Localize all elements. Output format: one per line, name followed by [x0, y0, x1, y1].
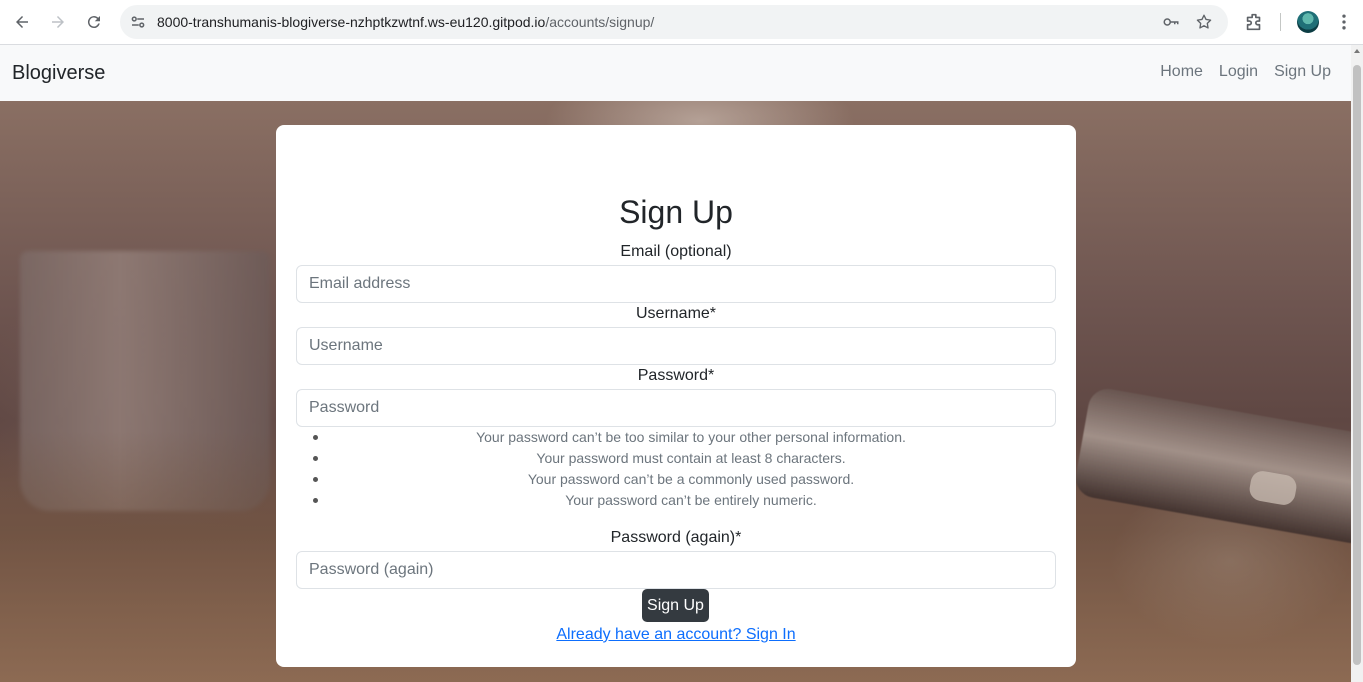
nav-links: Home Login Sign Up [1144, 63, 1331, 81]
password-help-item: Your password can’t be a commonly used p… [276, 471, 1076, 492]
signup-card: Sign Up Email (optional) Username* Passw… [276, 125, 1076, 667]
profile-avatar[interactable] [1297, 11, 1319, 33]
email-field[interactable] [296, 265, 1056, 303]
reload-button[interactable] [81, 9, 107, 35]
password-again-field[interactable] [296, 551, 1056, 589]
url-text[interactable]: 8000-transhumanis-blogiverse-nzhptkzwtnf… [157, 14, 654, 30]
signin-link-wrapper: Already have an account? Sign In [276, 626, 1076, 644]
url-host: 8000-transhumanis-blogiverse-nzhptkzwtnf… [157, 14, 546, 30]
brand-logo-link[interactable]: Blogiverse [12, 62, 105, 85]
password-again-label: Password (again)* [610, 529, 742, 546]
scroll-up-arrow-icon[interactable] [1354, 49, 1360, 53]
password-help-item: Your password can’t be entirely numeric. [276, 492, 1076, 513]
password-key-icon[interactable] [1162, 13, 1180, 31]
site-navbar: Blogiverse Home Login Sign Up [0, 45, 1351, 101]
password-help-item: Your password can’t be too similar to yo… [276, 429, 1076, 450]
forward-icon [52, 16, 64, 28]
bookmark-star-icon[interactable] [1195, 13, 1213, 31]
password-help-text: Your password can’t be a commonly used p… [527, 471, 855, 487]
password-help-list: Your password can’t be too similar to yo… [276, 429, 1076, 513]
toolbar-divider [1280, 13, 1281, 31]
site-info-icon[interactable] [129, 13, 147, 31]
username-label: Username* [635, 305, 717, 322]
reload-icon [87, 16, 100, 29]
password-help-text: Your password can’t be too similar to yo… [476, 429, 906, 445]
extensions-icon[interactable] [1243, 11, 1265, 33]
address-bar[interactable]: 8000-transhumanis-blogiverse-nzhptkzwtnf… [120, 5, 1228, 39]
password-label: Password* [637, 367, 715, 384]
scrollbar-thumb[interactable] [1353, 65, 1361, 665]
page-scrollbar[interactable] [1351, 45, 1363, 682]
bullet-icon [313, 456, 318, 461]
email-label: Email (optional) [620, 243, 732, 260]
bullet-icon [313, 477, 318, 482]
back-icon [16, 16, 28, 28]
bullet-icon [313, 435, 318, 440]
nav-login-link[interactable]: Login [1219, 63, 1258, 81]
password-help-text: Your password can’t be entirely numeric. [565, 492, 817, 508]
signin-link[interactable]: Already have an account? Sign In [556, 626, 795, 643]
username-field[interactable] [296, 327, 1056, 365]
password-field[interactable] [296, 389, 1056, 427]
nav-signup-link[interactable]: Sign Up [1274, 63, 1331, 81]
password-help-text: Your password must contain at least 8 ch… [536, 450, 846, 466]
forward-button[interactable] [45, 9, 71, 35]
menu-dots-icon[interactable] [1334, 12, 1354, 32]
bullet-icon [313, 498, 318, 503]
password-help-item: Your password must contain at least 8 ch… [276, 450, 1076, 471]
page-title: Sign Up [619, 194, 733, 230]
url-path: /accounts/signup/ [545, 14, 655, 30]
signup-submit-button[interactable]: Sign Up [642, 589, 709, 622]
nav-home-link[interactable]: Home [1160, 63, 1203, 81]
browser-toolbar: 8000-transhumanis-blogiverse-nzhptkzwtnf… [0, 0, 1363, 45]
back-button[interactable] [9, 9, 35, 35]
